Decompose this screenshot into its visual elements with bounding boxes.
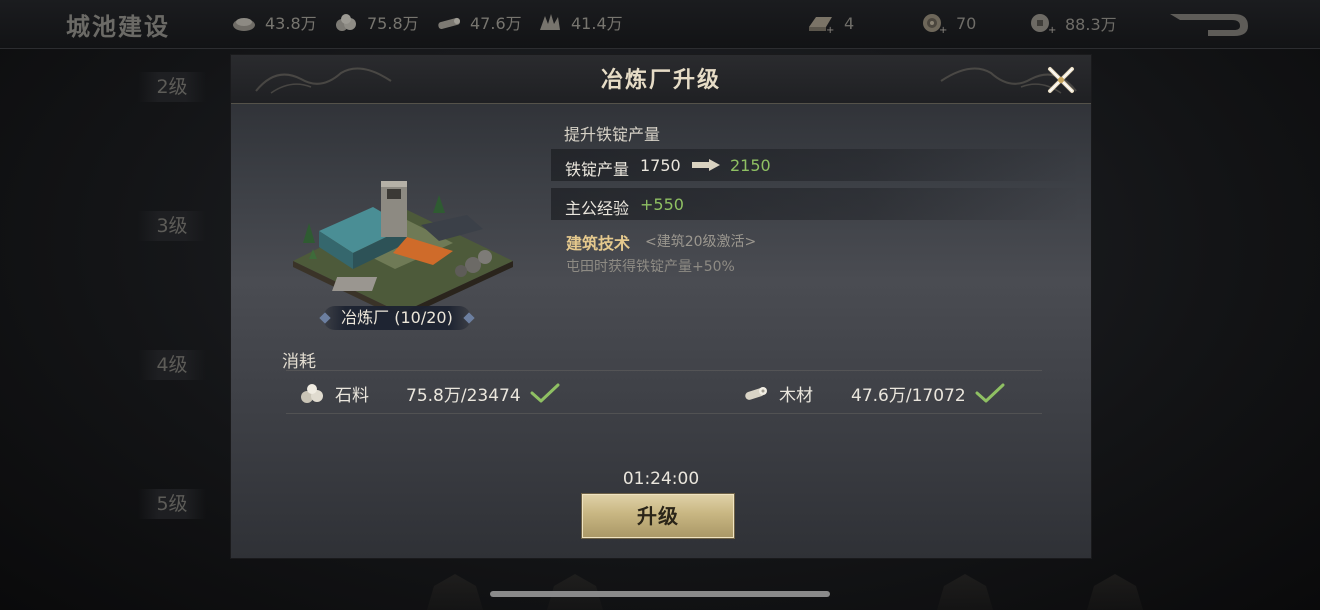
output-row [551, 149, 1081, 181]
level-label-3: 3级 [138, 211, 206, 241]
currency-gold-bar-value: 4 [844, 13, 855, 33]
resource-wood: 47.6万 [436, 10, 522, 34]
cost-item-amount: 75.8万/23474 [406, 385, 521, 406]
level-label-2: 2级 [138, 72, 206, 102]
cost-item-wood: 木材 47.6万/17072 [743, 380, 966, 406]
smelter-building-image [293, 181, 513, 313]
iron-icon [540, 14, 560, 30]
stone-icon [301, 384, 323, 403]
exp-row [551, 188, 1081, 220]
top-bar: 城池建设 43.8万 75.8万 47.6万 41.4万 + 4 + 70 + … [0, 0, 1320, 49]
svg-text:+: + [939, 25, 947, 35]
currency-coin-value: 70 [956, 13, 977, 33]
output-current: 1750 [640, 156, 681, 175]
currency-gold-bar[interactable]: + 4 [806, 10, 854, 36]
cost-item-amount: 47.6万/17072 [851, 385, 966, 406]
wood-icon [745, 387, 767, 400]
cost-item-name: 石料 [335, 385, 369, 406]
close-icon[interactable] [1046, 65, 1076, 95]
arrow-right-icon [692, 159, 720, 171]
wood-icon [438, 17, 460, 30]
resource-iron-value: 41.4万 [571, 14, 623, 33]
upgrade-timer: 01:24:00 [622, 469, 700, 489]
tech-label: 建筑技术 [566, 234, 631, 253]
currency-copper-coin-value: 88.3万 [1065, 15, 1117, 34]
checkmark-icon [975, 383, 1005, 403]
tech-condition: <建筑20级激活> [645, 234, 757, 250]
diamond-ornament-icon [463, 312, 475, 324]
coin-icon: + [923, 14, 947, 35]
output-next: 2150 [730, 156, 771, 175]
copper-coin-icon: + [1031, 14, 1056, 35]
resource-grain: 43.8万 [231, 10, 317, 34]
effect-heading: 提升铁锭产量 [564, 125, 661, 144]
exp-value: +550 [640, 195, 684, 214]
tech-description: 屯田时获得铁锭产量+50% [566, 259, 735, 275]
resource-wood-value: 47.6万 [470, 14, 522, 33]
page-title: 城池建设 [66, 12, 170, 41]
building-name-text: 冶炼厂 (10/20) [341, 308, 453, 327]
svg-text:+: + [826, 25, 834, 35]
divider [286, 370, 1042, 371]
resource-stone: 75.8万 [333, 10, 419, 34]
diamond-ornament-icon [319, 312, 331, 324]
background-building [427, 574, 483, 610]
background-building [547, 574, 603, 610]
resource-grain-value: 43.8万 [265, 14, 317, 33]
cost-title: 消耗 [282, 352, 316, 372]
cost-item-name: 木材 [779, 385, 813, 406]
home-indicator [490, 591, 830, 597]
checkmark-icon [530, 383, 560, 403]
screen: 城池建设 43.8万 75.8万 47.6万 41.4万 + 4 + 70 + … [0, 0, 1320, 610]
stone-icon [336, 14, 356, 31]
exp-label: 主公经验 [565, 199, 630, 218]
cost-item-stone: 石料 75.8万/23474 [299, 380, 521, 406]
resource-stone-value: 75.8万 [367, 14, 419, 33]
output-label: 铁锭产量 [565, 160, 630, 179]
svg-text:+: + [1048, 25, 1056, 35]
back-icon[interactable] [1168, 10, 1252, 40]
resource-iron: 41.4万 [537, 10, 623, 34]
gold-bar-icon: + [809, 17, 834, 35]
building-name: 冶炼厂 (10/20) [319, 306, 475, 330]
level-label-5: 5级 [138, 489, 206, 519]
currency-copper-coin[interactable]: + 88.3万 [1027, 10, 1117, 36]
dialog-header: 冶炼厂升级 [231, 55, 1091, 104]
grain-icon [233, 18, 255, 31]
dialog-title: 冶炼厂升级 [600, 67, 721, 93]
divider [286, 413, 1042, 414]
background-building [1087, 574, 1143, 610]
upgrade-button[interactable]: 升级 [581, 493, 735, 539]
currency-coin[interactable]: + 70 [918, 10, 976, 36]
level-label-4: 4级 [138, 350, 206, 380]
background-building [937, 574, 993, 610]
upgrade-dialog: 冶炼厂升级 冶炼厂 (10/20) 提升铁锭产量 铁锭产量 1750 2150 … [231, 55, 1091, 558]
